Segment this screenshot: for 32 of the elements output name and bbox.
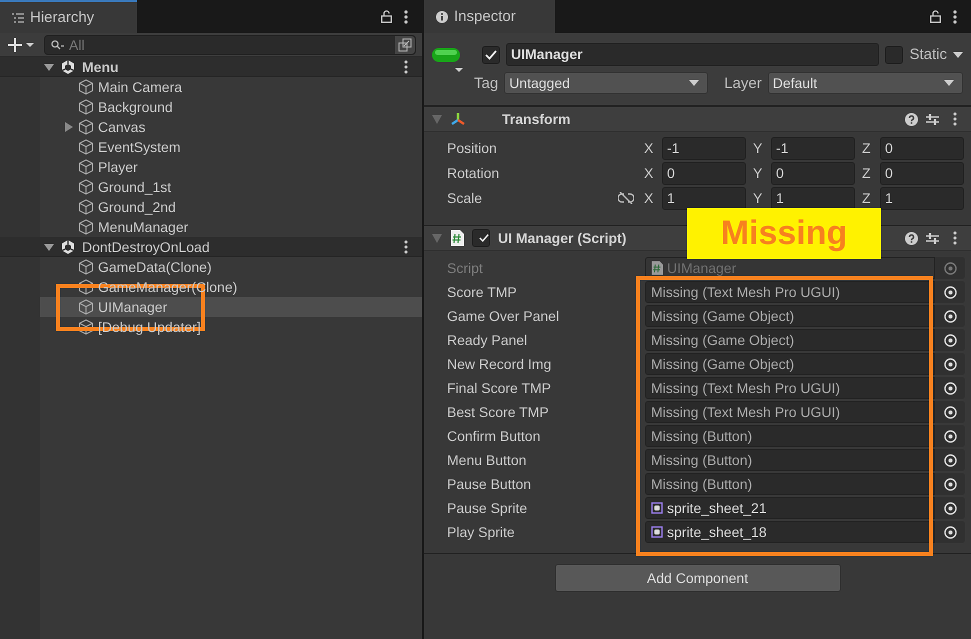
axis-label: X <box>644 190 654 206</box>
property-label: Pause Sprite <box>447 500 528 516</box>
axis-label: Z <box>862 190 872 206</box>
property-label: Menu Button <box>447 452 528 468</box>
callout-tooltip: Missing <box>687 208 881 259</box>
property-label: Script <box>447 260 484 276</box>
property-label: New Record Img <box>447 356 552 372</box>
component-title: UI Manager (Script) <box>498 230 626 246</box>
property-label: Ready Panel <box>447 332 528 348</box>
tag-label: Tag <box>474 74 498 92</box>
axis-label: Y <box>753 165 764 181</box>
axis-label: Z <box>862 140 872 156</box>
property-label: Position <box>447 140 498 156</box>
property-label: Confirm Button <box>447 428 542 444</box>
property-label: Score TMP <box>447 284 518 300</box>
property-label: Play Sprite <box>447 524 516 540</box>
component-title: Transform <box>501 111 570 127</box>
property-label: Game Over Panel <box>447 308 560 324</box>
property-label: Rotation <box>447 165 500 181</box>
axis-label: Y <box>753 140 764 156</box>
axis-label: Z <box>862 165 872 181</box>
scene-name: DontDestroyOnLoad <box>82 238 211 254</box>
static-label: Static <box>909 46 947 63</box>
axis-label: Y <box>753 190 764 206</box>
property-label: Pause Button <box>447 476 532 492</box>
property-label: Scale <box>447 190 484 206</box>
property-label: Final Score TMP <box>447 380 552 396</box>
axis-label: X <box>644 165 654 181</box>
scene-name: Menu <box>82 58 120 74</box>
property-label: Best Score TMP <box>447 404 550 420</box>
layer-label: Layer <box>724 74 762 92</box>
axis-label: X <box>644 140 654 156</box>
